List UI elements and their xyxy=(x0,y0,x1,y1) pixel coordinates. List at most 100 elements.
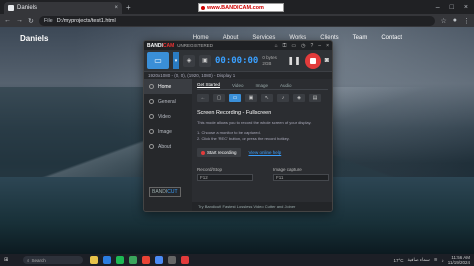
start-recording-button[interactable]: Start recording xyxy=(197,148,241,157)
capture-hotkey-label: Image capture xyxy=(273,167,302,172)
close-icon[interactable]: × xyxy=(326,43,329,49)
capture-info-text: 1920x1080 - (0, 0), (1920, 1080) - Displ… xyxy=(148,73,236,78)
address-scheme: File xyxy=(43,17,53,24)
game-mode-icon[interactable]: ◈ xyxy=(293,94,305,102)
bandicam-window: BANDICAM UNREGISTERED ⌂ ⚿ ▭ ◷ ? – × ▭ ▾ … xyxy=(143,40,333,212)
forward-icon[interactable]: → xyxy=(16,17,23,24)
minimize-button[interactable]: – xyxy=(436,4,440,11)
maximize-button[interactable]: □ xyxy=(450,4,454,11)
tab-image[interactable]: Image xyxy=(255,83,268,88)
tab-video[interactable]: Video xyxy=(232,83,243,88)
rectangle-mode-icon[interactable]: ▢ xyxy=(213,94,225,102)
online-help-link[interactable]: View online help xyxy=(249,150,282,155)
home-icon[interactable]: ⌂ xyxy=(275,43,278,49)
bandicut-button[interactable]: BANDICUT xyxy=(149,187,181,197)
back-icon[interactable]: ← xyxy=(197,94,209,102)
whatsapp-icon[interactable] xyxy=(129,256,137,264)
browser-tab[interactable]: Daniels × xyxy=(4,2,122,14)
tab-close-icon[interactable]: × xyxy=(114,5,118,11)
stop-icon xyxy=(309,57,316,64)
clock[interactable]: 11:56 AM 11/19/2024 xyxy=(448,255,470,265)
folder-icon[interactable]: ▭ xyxy=(291,43,296,49)
taskbar-search[interactable]: ⌕ Search xyxy=(23,256,83,264)
back-icon[interactable]: ← xyxy=(4,17,11,24)
menu-icon[interactable]: ⋮ xyxy=(463,17,470,25)
rec-button[interactable] xyxy=(304,52,321,69)
gear-icon xyxy=(149,99,154,104)
address-input[interactable]: File D:/myprojects/test1.html xyxy=(38,15,436,26)
wifi-icon[interactable]: ≋ xyxy=(434,257,438,263)
nav-team[interactable]: Team xyxy=(353,35,368,41)
address-path: D:/myprojects/test1.html xyxy=(56,17,116,24)
image-icon xyxy=(149,129,154,134)
game-mode-icon[interactable]: ◈ xyxy=(183,54,195,67)
sidebar-item-home[interactable]: Home xyxy=(144,79,192,94)
bandicam-logo: BANDICAM xyxy=(147,42,175,49)
info-icon xyxy=(149,144,154,149)
search-icon: ⌕ xyxy=(27,257,30,263)
device-mode-icon[interactable]: ▤ xyxy=(309,94,321,102)
mouse-mode-icon[interactable]: ↖ xyxy=(261,94,273,102)
weather-text[interactable]: سماء صافية xyxy=(408,257,430,263)
vscode-icon[interactable] xyxy=(103,256,111,264)
sidebar-item-general[interactable]: General xyxy=(144,94,192,109)
tab-audio[interactable]: Audio xyxy=(280,83,292,88)
site-brand[interactable]: Daniels xyxy=(20,34,48,43)
sidebar-item-about[interactable]: About xyxy=(144,139,192,154)
bandicam-subtitle: UNREGISTERED xyxy=(177,43,213,48)
video-icon xyxy=(149,114,154,119)
app-icon[interactable] xyxy=(168,256,176,264)
edge-icon[interactable] xyxy=(155,256,163,264)
record-hotkey-label: Record/Stop xyxy=(197,167,223,172)
help-icon[interactable]: ? xyxy=(311,43,314,49)
new-tab-button[interactable]: + xyxy=(126,3,131,12)
clock-icon[interactable]: ◷ xyxy=(301,43,305,49)
audio-mode-icon[interactable]: ♪ xyxy=(277,94,289,102)
close-window-button[interactable]: × xyxy=(464,4,468,11)
weather-temp[interactable]: 17°C xyxy=(393,258,403,263)
capture-hotkey-field[interactable]: F11 xyxy=(273,174,329,181)
bandicam-titlebar[interactable]: BANDICAM UNREGISTERED ⌂ ⚿ ▭ ◷ ? – × xyxy=(144,41,332,50)
screen-mode-button[interactable]: ▭ xyxy=(147,52,169,69)
mode-description: This mode allows you to record the whole… xyxy=(197,120,312,125)
pause-icon[interactable]: ❚❚ xyxy=(287,56,300,65)
bookmark-star-icon[interactable]: ☆ xyxy=(440,17,446,25)
tab-get-started[interactable]: Get Started xyxy=(197,82,221,88)
bandicam-watermark-text: www.BANDICAM.com xyxy=(207,4,264,11)
page-favicon-icon xyxy=(8,5,14,11)
record-hotkey-field[interactable]: F12 xyxy=(197,174,253,181)
bandicam-footer[interactable]: Try Bandicut! Fastest Lossless Video Cut… xyxy=(192,202,332,211)
address-bar-row: ← → ↻ File D:/myprojects/test1.html ☆ ● … xyxy=(0,14,474,27)
taskbar-apps xyxy=(90,256,189,264)
volume-icon[interactable]: ♪ xyxy=(442,258,444,263)
area-mode-icon[interactable]: ▣ xyxy=(245,94,257,102)
spotify-icon[interactable] xyxy=(116,256,124,264)
record-timer: 00:00:00 xyxy=(215,55,259,66)
tab-title: Daniels xyxy=(17,5,38,11)
file-size: 0 bytes 2GB xyxy=(262,55,277,66)
bandicam-taskbar-icon[interactable] xyxy=(181,256,189,264)
record-dot-icon xyxy=(201,150,205,155)
minimize-icon[interactable]: – xyxy=(318,43,321,49)
mode-steps: 1. Choose a monitor to be captured. 2. C… xyxy=(197,130,290,141)
windows-start-icon[interactable]: ⊞ xyxy=(4,257,18,263)
lock-icon[interactable]: ⚿ xyxy=(283,43,287,49)
sidebar-item-video[interactable]: Video xyxy=(144,109,192,124)
camera-icon[interactable]: ◙ xyxy=(325,57,329,64)
mode-dropdown-button[interactable]: ▾ xyxy=(173,52,179,69)
device-mode-icon[interactable]: ▣ xyxy=(199,54,211,67)
monitor-icon: ▭ xyxy=(154,56,162,65)
bandicam-toolbar: ▭ ▾ ◈ ▣ 00:00:00 0 bytes 2GB ❚❚ ◙ xyxy=(144,50,332,72)
chrome-icon[interactable] xyxy=(142,256,150,264)
nav-contact[interactable]: Contact xyxy=(381,35,402,41)
profile-icon[interactable]: ● xyxy=(453,17,457,25)
mode-heading: Screen Recording - Fullscreen xyxy=(197,110,272,116)
reload-icon[interactable]: ↻ xyxy=(28,17,34,25)
bandicam-sidebar: Home General Video Image About BANDICUT xyxy=(144,79,192,211)
sidebar-item-image[interactable]: Image xyxy=(144,124,192,139)
capture-info: 1920x1080 - (0, 0), (1920, 1080) - Displ… xyxy=(144,72,332,79)
system-tray: 17°C سماء صافية ≋ ♪ 11:56 AM 11/19/2024 xyxy=(393,255,470,265)
fullscreen-mode-icon[interactable]: ▭ xyxy=(229,94,241,102)
recording-modes: ← ▢ ▭ ▣ ↖ ♪ ◈ ▤ xyxy=(197,94,328,102)
file-explorer-icon[interactable] xyxy=(90,256,98,264)
